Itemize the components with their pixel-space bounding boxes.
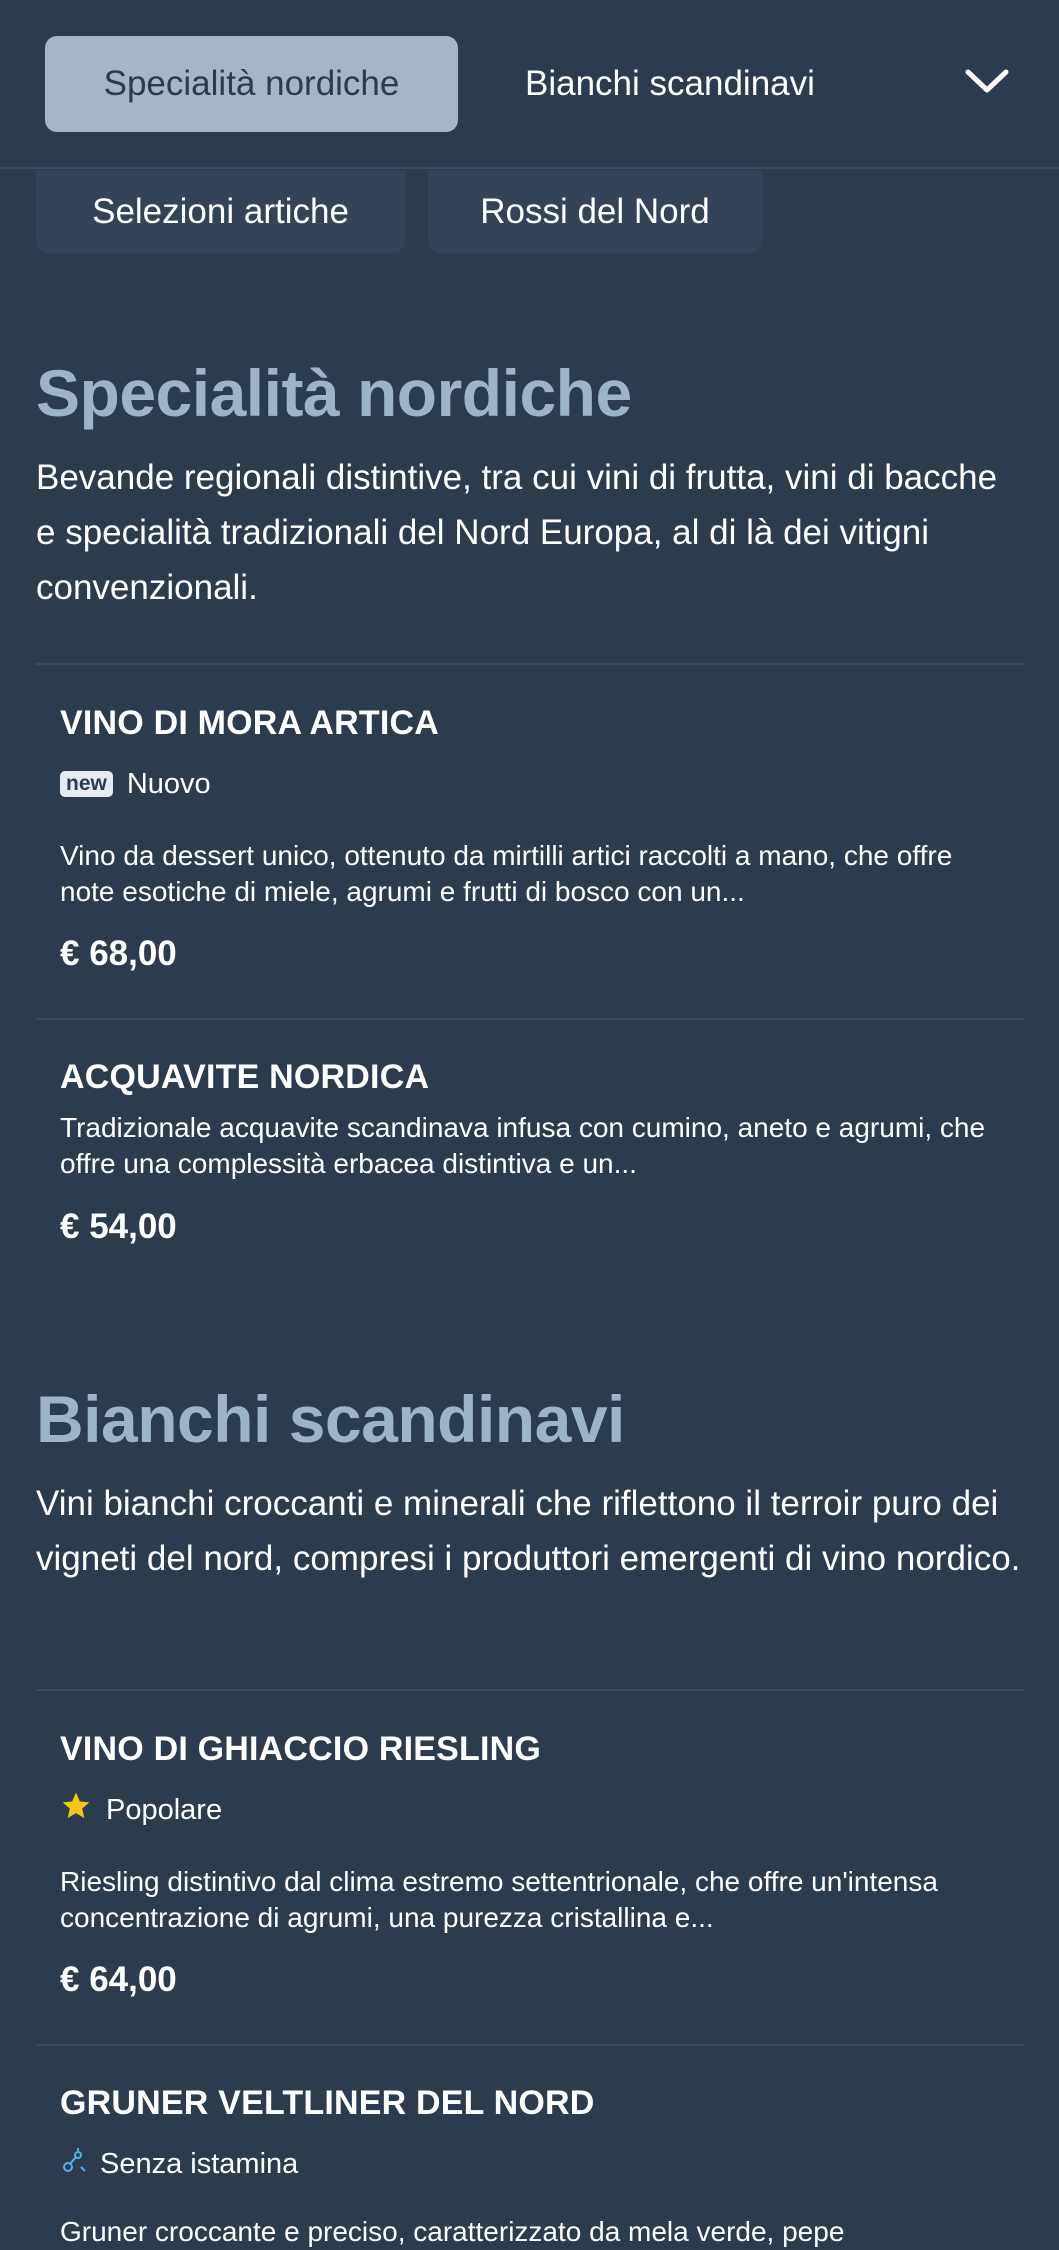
item-description: Riesling distintivo dal clima estremo se…: [60, 1866, 938, 1933]
item-name[interactable]: VINO DI MORA ARTICA: [60, 704, 439, 743]
item-price: € 54,00: [60, 1207, 177, 1246]
histamine-free-icon: [60, 2145, 86, 2183]
item-description: Vino da dessert unico, ottenuto da mirti…: [60, 840, 953, 907]
divider: [36, 663, 1024, 665]
star-icon: [60, 1790, 92, 1830]
item-badge: Popolare: [60, 1792, 222, 1828]
section-title: Specialità nordiche: [36, 356, 632, 430]
chevron-down-icon[interactable]: [962, 62, 1012, 102]
divider: [36, 1018, 1024, 1020]
item-price: € 64,00: [60, 1960, 177, 1999]
divider: [36, 2044, 1024, 2046]
chip-selezioni-artiche[interactable]: Selezioni artiche: [36, 171, 405, 253]
item-description: Gruner croccante e preciso, caratterizza…: [60, 2216, 845, 2247]
badge-label: Senza istamina: [100, 2147, 299, 2180]
tab-bianchi-scandinavi[interactable]: Bianchi scandinavi: [525, 36, 815, 132]
badge-label: Popolare: [106, 1793, 223, 1826]
badge-label: Nuovo: [126, 767, 211, 800]
item-price: € 68,00: [60, 934, 177, 973]
chip-rossi-del-nord[interactable]: Rossi del Nord: [428, 171, 762, 253]
item-description: Tradizionale acquavite scandinava infusa…: [60, 1112, 986, 1179]
category-chip-row: Selezioni artiche Rossi del Nord: [0, 171, 1059, 261]
item-name[interactable]: VINO DI GHIACCIO RIESLING: [60, 1730, 541, 1769]
item-badge: new Nuovo: [60, 766, 211, 802]
section-description: Vini bianchi croccanti e minerali che ri…: [36, 1484, 1021, 1578]
section-description: Bevande regionali distintive, tra cui vi…: [36, 458, 998, 607]
item-name[interactable]: GRUNER VELTLINER DEL NORD: [60, 2084, 595, 2123]
new-badge-icon: new: [60, 771, 113, 797]
divider: [36, 1689, 1024, 1691]
section-title: Bianchi scandinavi: [36, 1382, 625, 1456]
category-tab-bar: Specialità nordiche Bianchi scandinavi: [0, 0, 1059, 169]
item-name[interactable]: ACQUAVITE NORDICA: [60, 1058, 429, 1097]
item-badge: Senza istamina: [60, 2146, 298, 2182]
tab-specialita-nordiche[interactable]: Specialità nordiche: [45, 36, 458, 132]
